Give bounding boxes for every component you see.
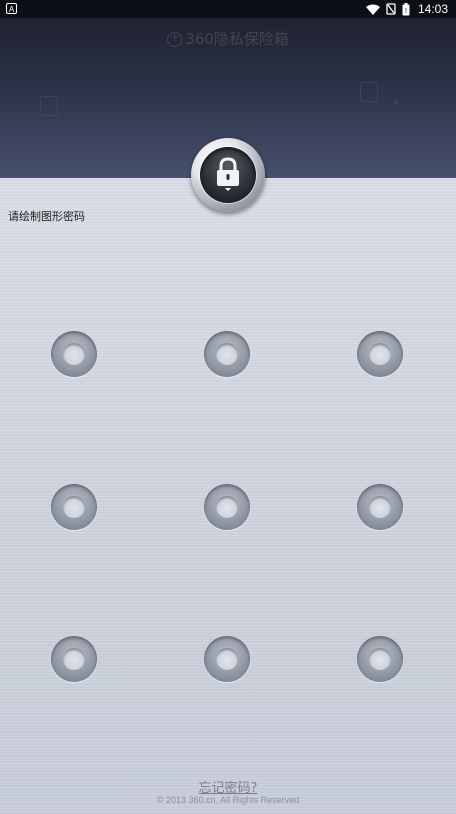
pattern-node-6[interactable] [357,484,403,530]
ghost-decoration-icon [40,96,58,116]
padlock-icon [217,157,239,191]
pattern-node-5[interactable] [204,484,250,530]
notification-a-icon: A [6,3,17,14]
forgot-password-link[interactable]: 忘记密码? [0,777,456,796]
copyright-text: © 2013 360.cn, All Rights Reserved [156,795,300,805]
sim-blocked-icon [386,3,396,15]
pattern-node-4[interactable] [51,484,97,530]
battery-icon: ! [402,2,410,15]
status-time: 14:03 [417,2,448,16]
ghost-decoration-dot [394,100,398,104]
lock-badge-inner [200,147,256,203]
status-icons: ! 14:03 [365,2,448,16]
app-title-text: 360隐私保险箱 [185,30,289,48]
status-bar: A ! 14:03 [0,0,456,18]
app-title: 360隐私保险箱 [0,28,456,49]
pattern-node-8[interactable] [204,636,250,682]
plus-circle-icon [167,30,183,47]
ghost-decoration-icon [360,82,378,102]
pattern-node-7[interactable] [51,636,97,682]
pattern-node-3[interactable] [357,331,403,377]
pattern-node-9[interactable] [357,636,403,682]
svg-text:!: ! [405,7,408,15]
wifi-icon [365,4,380,15]
lock-badge [191,138,265,212]
pattern-node-1[interactable] [51,331,97,377]
pattern-prompt: 请绘制图形密码 [8,210,85,223]
pattern-node-2[interactable] [204,331,250,377]
